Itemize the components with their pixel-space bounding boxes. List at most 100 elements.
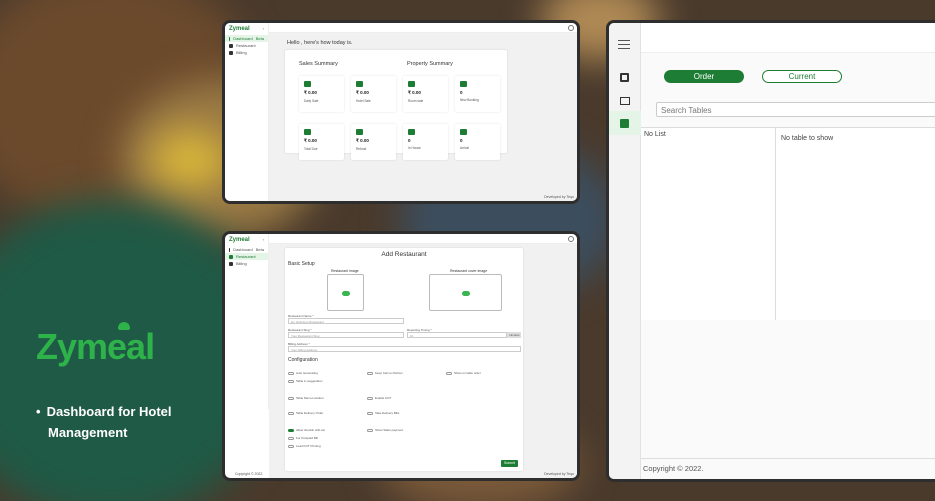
name-input[interactable]: Ex: Delicious Restaurant xyxy=(288,318,404,324)
config-option[interactable]: Table in suggestbox xyxy=(288,379,323,383)
order-button[interactable]: Order xyxy=(664,70,744,83)
sidebar-item-restaurant[interactable]: Restaurant xyxy=(225,253,268,260)
configuration-title: Configuration xyxy=(288,357,318,363)
sidebar-item-restaurant[interactable]: Restaurant xyxy=(225,42,268,49)
summary-card: ₹ 0.00 Daily Sale xyxy=(299,76,344,112)
logo-upload[interactable] xyxy=(327,274,364,311)
dashboard-tablet: Zymeal ‹ Dashboard Beta Restaurant Billi… xyxy=(222,20,580,204)
config-option-label: Table Delivery Order xyxy=(296,411,324,415)
toggle-switch[interactable] xyxy=(446,371,452,375)
config-option-label: Take Delivery Bills xyxy=(375,411,400,415)
config-option[interactable]: Allow checkin with sto xyxy=(288,428,325,432)
toggle-switch[interactable] xyxy=(367,371,373,375)
copyright: Copyright © 2022. xyxy=(235,472,264,476)
toggle-switch[interactable] xyxy=(367,428,373,432)
bullet: • xyxy=(36,404,41,419)
add-restaurant-screen: Zymeal ‹ Dashboard Beta Restaurant Billi… xyxy=(225,234,577,478)
nav-item-order-active[interactable] xyxy=(609,111,641,135)
submit-button[interactable]: Submit xyxy=(501,460,518,467)
collapse-icon[interactable]: ‹ xyxy=(263,237,264,243)
summary-card: ₹ 0.00 Hotel Sale xyxy=(351,76,396,112)
toggle-switch[interactable] xyxy=(288,428,294,432)
slug-input[interactable]: Your Restaurant Slug xyxy=(288,332,404,338)
card-value: ₹ 0.00 xyxy=(304,138,317,143)
developer-credit: Developed by Teqo xyxy=(544,472,574,476)
dashboard-icon xyxy=(229,247,231,252)
timing-input[interactable]: 10 xyxy=(407,332,507,338)
dashboard-screen: Zymeal ‹ Dashboard Beta Restaurant Billi… xyxy=(225,23,577,201)
card-icon xyxy=(408,129,415,135)
toggle-switch[interactable] xyxy=(288,396,294,400)
card-value: 0 xyxy=(460,90,463,95)
config-option-label: Auto Generating xyxy=(296,371,318,375)
summary-card: 0 New Booking xyxy=(455,76,500,112)
add-restaurant-sidebar: Zymeal ‹ Dashboard Beta Restaurant Billi… xyxy=(225,234,269,409)
billing-icon xyxy=(229,50,233,55)
config-option[interactable]: Table Menu Location xyxy=(288,396,324,400)
config-option-label: Enable KOT xyxy=(375,396,392,400)
dashboard-logo: Zymeal xyxy=(229,26,250,32)
config-option-label: Show Sales payment xyxy=(375,428,404,432)
card-label: In House xyxy=(408,146,421,150)
config-option[interactable]: Keep Cart to Kitchen xyxy=(367,371,403,375)
toggle-switch[interactable] xyxy=(367,396,373,400)
card-icon xyxy=(304,81,311,87)
sidebar-item-dashboard[interactable]: Dashboard Beta xyxy=(225,246,268,253)
pos-copyright: Copyright © 2022. xyxy=(643,464,704,473)
config-option-label: Table Menu Location xyxy=(296,396,324,400)
card-label: Total Due xyxy=(304,147,318,151)
collapse-icon[interactable]: ‹ xyxy=(263,26,264,32)
card-value: ₹ 0.00 xyxy=(356,138,369,143)
toggle-switch[interactable] xyxy=(288,444,294,448)
dashboard-topbar xyxy=(269,23,577,33)
toggle-switch[interactable] xyxy=(288,411,294,415)
config-option[interactable]: Show Sales payment xyxy=(367,428,403,432)
add-restaurant-topbar xyxy=(269,234,577,244)
table-panel: No table to show xyxy=(776,127,935,320)
toggle-switch[interactable] xyxy=(288,436,294,440)
basic-setup-title: Basic Setup xyxy=(288,261,315,267)
config-option[interactable]: Take Delivery Bills xyxy=(367,411,399,415)
toggle-switch[interactable] xyxy=(288,379,294,383)
summary-card: 0 Arrival xyxy=(455,124,500,160)
dashboard-main: Hello , here's how today is. Sales Summa… xyxy=(269,33,577,201)
config-option[interactable]: Table Delivery Order xyxy=(288,411,323,415)
config-option-label: Show on table order xyxy=(454,371,481,375)
config-option[interactable]: For Postpaid Bill xyxy=(288,436,318,440)
form-title: Add Restaurant xyxy=(381,251,427,258)
dashboard-grid-icon[interactable] xyxy=(620,73,629,82)
summary-panel: Sales Summary Property Summary ₹ 0.00 Dai… xyxy=(285,50,507,160)
current-button[interactable]: Current xyxy=(762,70,842,83)
add-restaurant-tablet: Zymeal ‹ Dashboard Beta Restaurant Billi… xyxy=(222,231,580,481)
card-value: 0 xyxy=(408,138,411,143)
edit-note-icon xyxy=(620,119,629,128)
avatar[interactable] xyxy=(568,236,574,242)
search-tables-input[interactable]: Search Tables xyxy=(656,102,935,117)
card-value: 0 xyxy=(460,138,463,143)
pos-footer-divider xyxy=(641,458,935,459)
config-option[interactable]: Enable KOT xyxy=(367,396,391,400)
config-option[interactable]: Auto Generating xyxy=(288,371,318,375)
greeting: Hello , here's how today is. xyxy=(287,40,353,46)
cover-upload[interactable] xyxy=(429,274,502,311)
card-label: Room sale xyxy=(408,99,424,103)
toggle-switch[interactable] xyxy=(367,411,373,415)
config-option[interactable]: Show on table order xyxy=(446,371,481,375)
sidebar-item-billing[interactable]: Billing xyxy=(225,49,268,56)
store-icon[interactable] xyxy=(620,97,630,105)
card-icon xyxy=(304,129,311,135)
pos-screen: Order Current Search Tables No List No t… xyxy=(609,23,935,479)
config-option[interactable]: Load KOT Printing xyxy=(288,444,321,448)
toggle-switch[interactable] xyxy=(288,371,294,375)
menu-icon[interactable] xyxy=(618,40,630,49)
tagline: • Dashboard for Hotel Management xyxy=(36,401,172,443)
config-option-label: Table in suggestbox xyxy=(296,379,323,383)
avatar[interactable] xyxy=(568,25,574,31)
card-value: ₹ 0.00 xyxy=(356,90,369,95)
cloud-upload-icon xyxy=(462,291,470,296)
card-icon xyxy=(356,81,363,87)
sidebar-item-dashboard[interactable]: Dashboard Beta xyxy=(225,35,268,42)
billing-input[interactable]: Your billing address xyxy=(288,346,521,352)
card-label: Hotel Sale xyxy=(356,99,371,103)
sidebar-item-billing[interactable]: Billing xyxy=(225,260,268,267)
